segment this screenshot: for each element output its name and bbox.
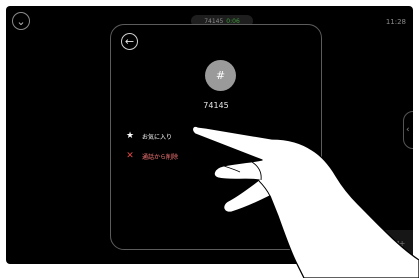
favorite-button[interactable]: ★ お気に入り [125,131,172,141]
avatar: # [205,60,236,91]
favorite-label: お気に入り [142,133,173,141]
volume-down-button[interactable]: ◀- [369,239,378,248]
volume-controls: ◀- ◀+ [361,230,413,256]
contact-number: 74145 [203,101,229,110]
touch-display: ⌄ 74145 0:06 11:28 ‹ ◀- ◀+ ← # 74145 ★ お… [6,6,413,264]
side-panel-handle[interactable]: ‹ [403,111,413,149]
star-icon: ★ [125,131,135,141]
volume-up-button[interactable]: ◀+ [393,239,406,248]
participant-detail-panel: ← # 74145 ★ お気に入り ✕ 通話から削除 [110,24,322,250]
speaker-icon: ◀- [368,238,378,248]
screenshot-frame: ⌄ 74145 0:06 11:28 ‹ ◀- ◀+ ← # 74145 ★ お… [0,0,419,278]
clock: 11:28 [385,18,406,26]
speaker-icon: ◀+ [392,238,406,248]
chevron-down-icon: ⌄ [16,14,26,28]
back-arrow-icon: ← [124,35,135,48]
chevron-left-icon: ‹ [406,125,410,135]
collapse-button[interactable]: ⌄ [12,12,30,30]
avatar-symbol: # [215,69,226,82]
close-icon: ✕ [126,151,134,161]
back-button[interactable]: ← [121,33,138,50]
remove-label: 通話から削除 [142,153,179,161]
remove-from-call-button[interactable]: ✕ 通話から削除 [125,151,178,161]
